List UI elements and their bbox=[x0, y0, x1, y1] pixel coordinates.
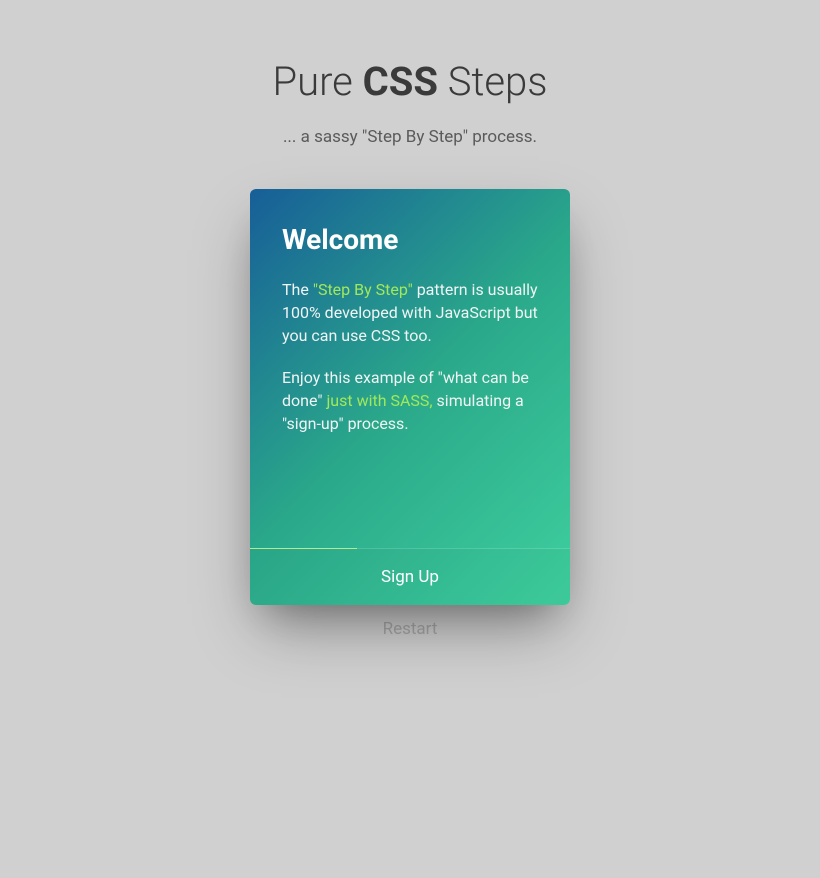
p1-highlight: "Step By Step" bbox=[313, 280, 413, 299]
card-heading: Welcome bbox=[282, 223, 538, 256]
page-subtitle: ... a sassy "Step By Step" process. bbox=[0, 127, 820, 147]
restart-button[interactable]: Restart bbox=[0, 619, 820, 639]
page-title-pre: Pure bbox=[272, 58, 362, 105]
card-paragraph-2: Enjoy this example of "what can be done"… bbox=[282, 366, 538, 436]
step-card: Welcome The "Step By Step" pattern is us… bbox=[250, 189, 570, 605]
page-title-bold: CSS bbox=[363, 58, 438, 105]
signup-button[interactable]: Sign Up bbox=[250, 549, 570, 605]
page-title: Pure CSS Steps bbox=[0, 58, 820, 105]
card-body: Welcome The "Step By Step" pattern is us… bbox=[250, 189, 570, 548]
progress-track bbox=[250, 548, 570, 549]
page-title-post: Steps bbox=[438, 58, 547, 105]
progress-fill bbox=[250, 548, 357, 549]
card-paragraph-1: The "Step By Step" pattern is usually 10… bbox=[282, 278, 538, 348]
p2-highlight: just with SASS, bbox=[326, 391, 432, 410]
p1-pre: The bbox=[282, 280, 313, 299]
